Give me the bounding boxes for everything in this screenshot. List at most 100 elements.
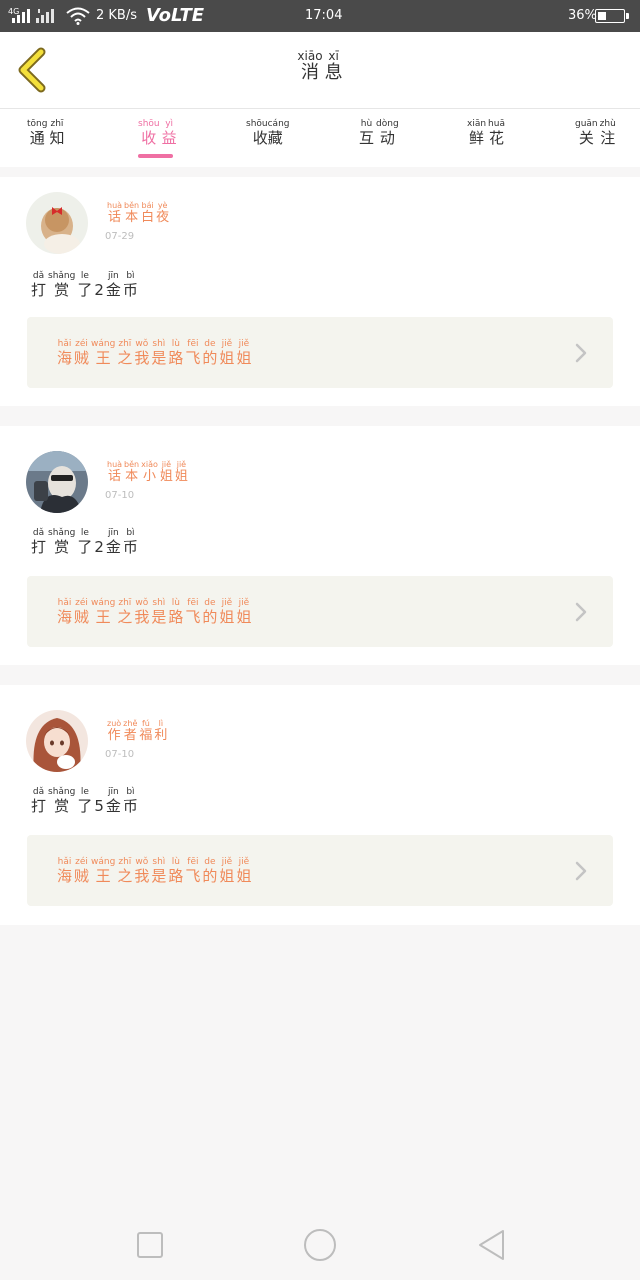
book-title-char: hǎi 海	[57, 339, 72, 367]
book-title-char: fēi 飞	[185, 598, 200, 626]
hanzi: 飞	[185, 349, 201, 367]
hanzi: 姐	[159, 469, 173, 484]
author-char: běn 本	[124, 459, 139, 485]
hanzi: 是	[151, 608, 167, 626]
hanzi: 飞	[185, 608, 201, 626]
tab-favorites[interactable]: shōucáng 收藏	[245, 119, 290, 147]
reward-text: dǎ 打 shǎng 赏 le 了 2 jīn 金 bì 币	[30, 528, 139, 556]
message-date: 07-10	[105, 749, 135, 760]
net-speed: 2 KB/s	[96, 8, 137, 23]
hanzi: 打	[31, 538, 47, 556]
book-title: hǎi 海 zéi 贼 wáng 王 zhī 之 wǒ 我 shì 是 lù 路 fēi 飞 de 的 jiě 姐 ji…	[56, 857, 252, 885]
avatar[interactable]	[26, 710, 88, 772]
book-title-char: jiě 姐	[236, 598, 251, 626]
hanzi: 金	[105, 538, 121, 556]
book-link[interactable]: hǎi 海 zéi 贼 wáng 王 zhī 之 wǒ 我 shì 是 lù 路 fēi 飞 de 的 jiě 姐 ji…	[27, 835, 613, 906]
book-title-char: wǒ 我	[134, 857, 149, 885]
tab-label-char: tōng 通	[27, 119, 47, 147]
tab-flowers[interactable]: xiān 鲜 huā 花	[466, 119, 506, 147]
avatar[interactable]	[26, 192, 88, 254]
hanzi: 作	[107, 728, 121, 743]
tab-earnings[interactable]: shōu 收 yì 益	[137, 119, 178, 147]
reward-char: 5	[94, 787, 104, 815]
tab-label-char: huā 花	[488, 119, 505, 147]
hanzi: 海	[57, 349, 73, 367]
message-date: 07-29	[105, 231, 135, 242]
hanzi: 币	[122, 797, 138, 815]
hanzi: 海	[57, 608, 73, 626]
hanzi: 互	[359, 129, 375, 147]
hanzi: 知	[49, 129, 65, 147]
page-title: xiāo 消 xī 息	[0, 50, 640, 84]
hanzi: 姐	[219, 867, 235, 885]
home-circle-icon[interactable]	[302, 1227, 338, 1263]
clock: 17:04	[305, 8, 343, 23]
author-char: jiě 姐	[160, 459, 173, 485]
title-char: xiāo 消	[297, 50, 322, 84]
book-title-char: lù 路	[168, 857, 183, 885]
hanzi: 姐	[236, 608, 252, 626]
hanzi: 飞	[185, 867, 201, 885]
book-title-char: hǎi 海	[57, 857, 72, 885]
reward-char: jīn 金	[106, 528, 121, 556]
hanzi: 了	[77, 797, 93, 815]
hanzi: 之	[117, 349, 133, 367]
tab-follow[interactable]: guān 关 zhù 注	[574, 119, 617, 147]
tab-interaction[interactable]: hù 互 dòng 动	[358, 119, 400, 147]
hanzi: 姐	[236, 349, 252, 367]
reward-char: le 了	[77, 787, 92, 815]
hanzi: 的	[202, 349, 218, 367]
author-char: zhě 者	[123, 718, 137, 744]
tab-label-char: shōu 收	[138, 119, 160, 147]
tab-label-char: hù 互	[359, 119, 374, 147]
hanzi: 益	[161, 129, 177, 147]
author-char: fú 福	[139, 718, 152, 744]
tab-label-char: yì 益	[162, 119, 177, 147]
author-char: bái 白	[141, 200, 154, 226]
volte-label: VoLTE	[146, 5, 205, 26]
message-card: zuò 作 zhě 者 fú 福 lì 利 07-10 dǎ 打 shǎng 赏 le 了 5 jīn 金 bì 币…	[0, 685, 640, 925]
avatar[interactable]	[26, 451, 88, 513]
hanzi: 之	[117, 867, 133, 885]
system-navbar	[0, 1210, 640, 1280]
author-name[interactable]: zuò 作 zhě 者 fú 福 lì 利	[106, 718, 168, 744]
book-title-char: wǒ 我	[134, 339, 149, 367]
book-title-char: lù 路	[168, 598, 183, 626]
book-title-char: jiě 姐	[236, 857, 251, 885]
book-title-char: fēi 飞	[185, 339, 200, 367]
hanzi: 路	[168, 349, 184, 367]
author-name[interactable]: huà 话 běn 本 xiǎo 小 jiě 姐 jiě 姐	[106, 459, 189, 485]
reward-char: 2	[94, 528, 104, 556]
hanzi: 小	[143, 469, 157, 484]
back-triangle-icon[interactable]	[474, 1227, 510, 1263]
hanzi: 动	[379, 129, 395, 147]
hanzi: 姐	[219, 608, 235, 626]
book-link[interactable]: hǎi 海 zéi 贼 wáng 王 zhī 之 wǒ 我 shì 是 lù 路 fēi 飞 de 的 jiě 姐 ji…	[27, 576, 613, 647]
book-link[interactable]: hǎi 海 zéi 贼 wáng 王 zhī 之 wǒ 我 shì 是 lù 路 fēi 飞 de 的 jiě 姐 ji…	[27, 317, 613, 388]
book-title-char: zhī 之	[117, 339, 132, 367]
tab-notice[interactable]: tōng 通 zhī 知	[26, 119, 65, 147]
hanzi: 收藏	[252, 129, 283, 147]
hanzi: 姐	[236, 867, 252, 885]
book-title-char: wáng 王	[91, 857, 115, 885]
hanzi: 鲜	[469, 129, 485, 147]
hanzi: 利	[154, 728, 168, 743]
recents-square-icon[interactable]	[132, 1227, 168, 1263]
reward-char: shǎng 赏	[48, 271, 75, 299]
tab-label-char: guān 关	[575, 119, 598, 147]
wifi-icon	[66, 7, 90, 25]
author-name[interactable]: huà 话 běn 本 bái 白 yè 夜	[106, 200, 170, 226]
hanzi: 路	[168, 608, 184, 626]
author-char: huà 话	[107, 459, 122, 485]
book-title-char: fēi 飞	[185, 857, 200, 885]
hanzi: 金	[105, 797, 121, 815]
book-title-char: wáng 王	[91, 339, 115, 367]
hanzi: 了	[77, 538, 93, 556]
hanzi: 了	[77, 281, 93, 299]
hanzi: 贼	[74, 349, 90, 367]
book-title-char: jiě 姐	[219, 339, 234, 367]
hanzi: 姐	[219, 349, 235, 367]
book-title-char: jiě 姐	[219, 598, 234, 626]
reward-char: bì 币	[123, 271, 138, 299]
hanzi: 赏	[54, 281, 70, 299]
